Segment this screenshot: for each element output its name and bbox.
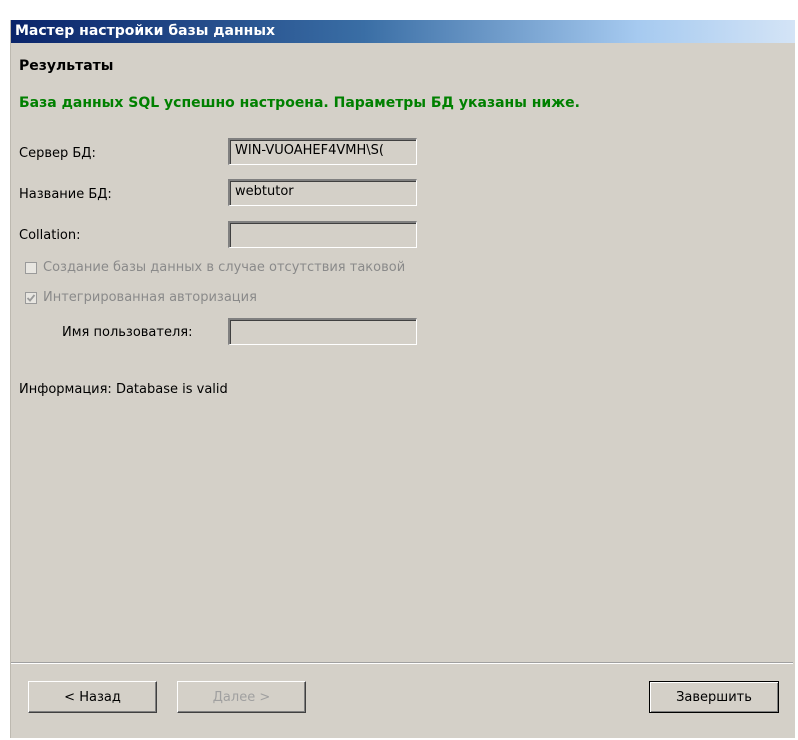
section-title: Результаты — [19, 58, 114, 74]
server-field[interactable]: WIN-VUOAHEF4VMH\S( — [228, 138, 417, 165]
server-label: Сервер БД: — [19, 146, 96, 161]
username-label: Имя пользователя: — [62, 325, 193, 340]
checkmark-icon — [26, 293, 36, 302]
integrated-auth-label: Интегрированная авторизация — [43, 290, 257, 305]
username-field[interactable] — [228, 318, 417, 345]
info-text: Информация: Database is valid — [19, 382, 228, 397]
create-db-option[interactable]: Создание базы данных в случае отсутствия… — [25, 260, 405, 275]
footer-separator — [11, 662, 793, 664]
wizard-window: Мастер настройки базы данных Результаты … — [10, 20, 795, 738]
dbname-label: Название БД: — [19, 187, 112, 202]
window-title: Мастер настройки базы данных — [11, 20, 795, 43]
collation-field[interactable] — [228, 221, 417, 248]
back-button[interactable]: < Назад — [28, 681, 157, 713]
integrated-auth-checkbox[interactable] — [25, 291, 37, 304]
next-button[interactable]: Далее > — [177, 681, 306, 713]
dbname-field[interactable]: webtutor — [228, 179, 417, 206]
create-db-label: Создание базы данных в случае отсутствия… — [43, 260, 406, 275]
create-db-checkbox[interactable] — [25, 261, 37, 274]
success-message: База данных SQL успешно настроена. Парам… — [19, 95, 580, 111]
finish-button[interactable]: Завершить — [649, 681, 779, 713]
collation-label: Collation: — [19, 228, 81, 243]
integrated-auth-option[interactable]: Интегрированная авторизация — [25, 290, 257, 305]
